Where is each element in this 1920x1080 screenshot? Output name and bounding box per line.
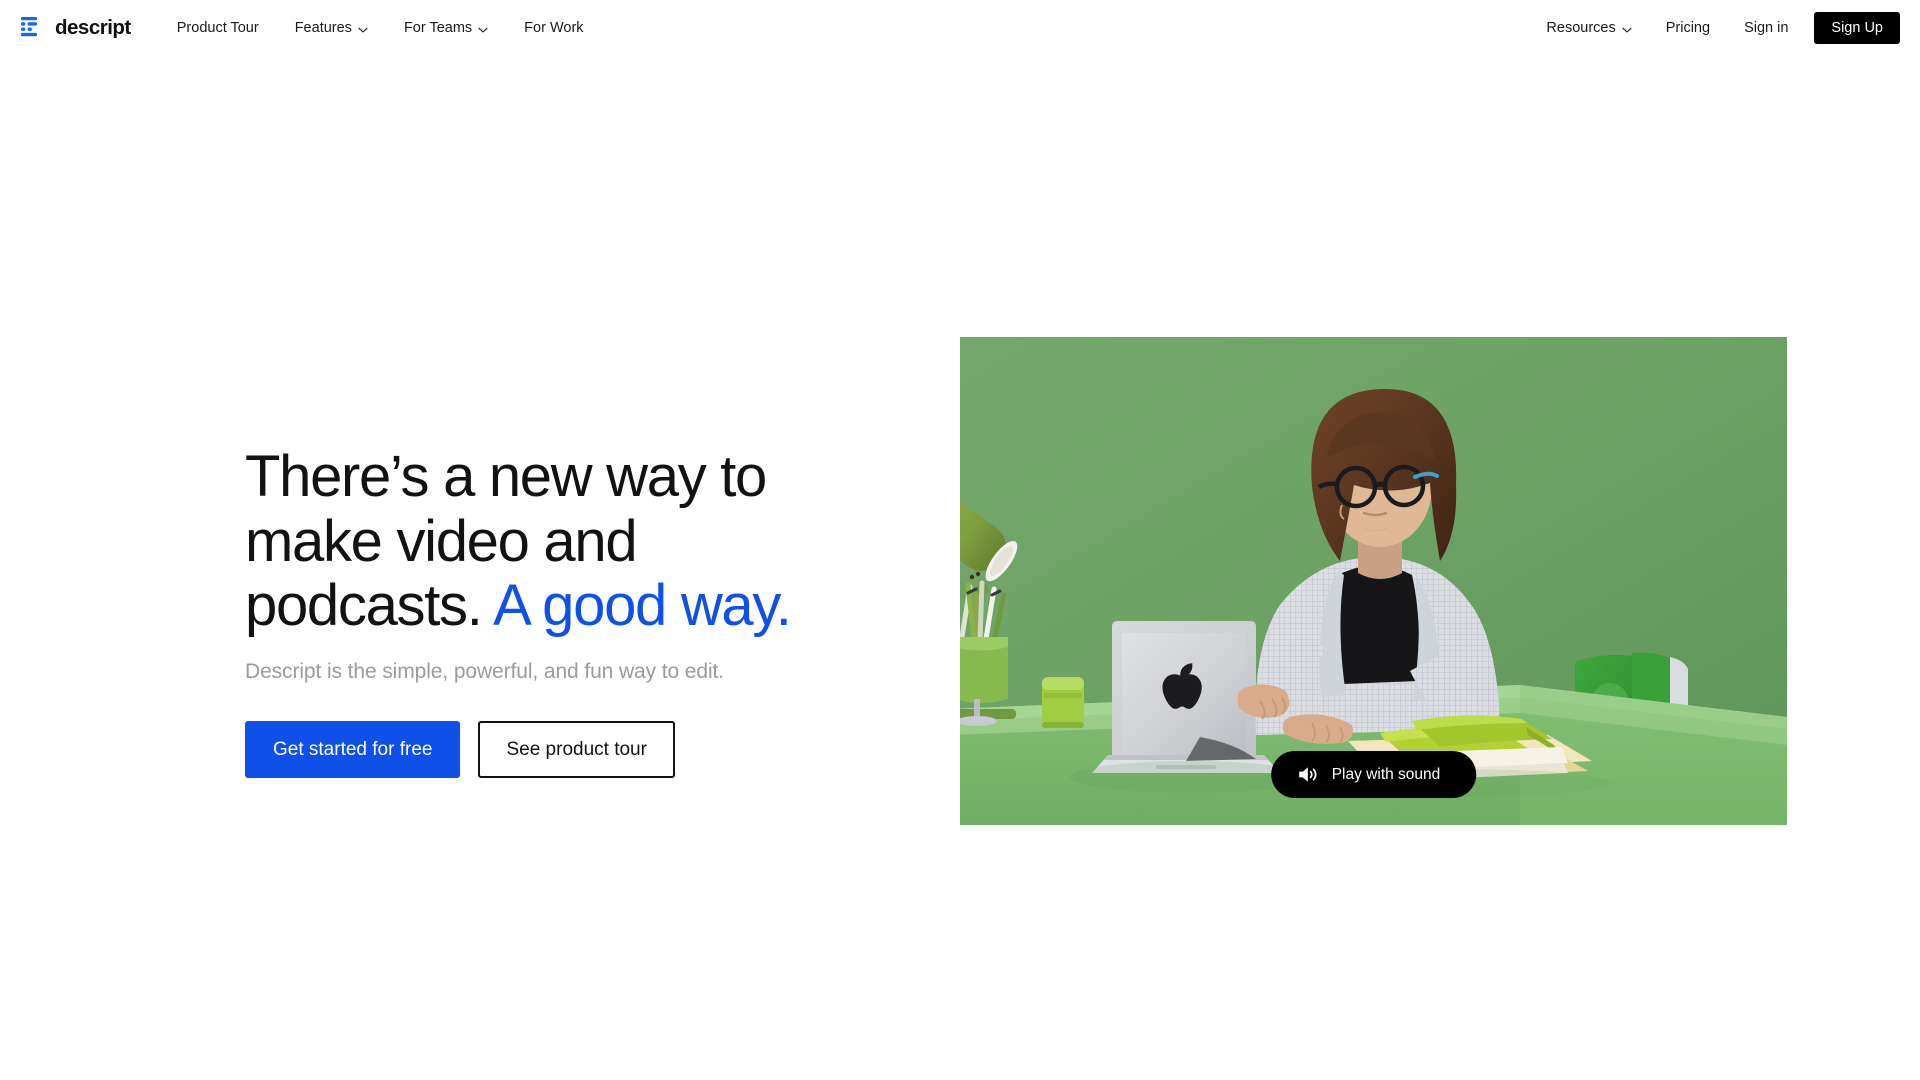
- hero-section: There’s a new way to make video and podc…: [0, 56, 1920, 825]
- nav-item-label: For Teams: [403, 19, 473, 36]
- hero-subheadline: Descript is the simple, powerful, and fu…: [245, 659, 724, 683]
- chevron-down-icon: [358, 24, 368, 34]
- nav-item-label: Product Tour: [176, 19, 259, 36]
- nav-item-product-tour[interactable]: Product Tour: [159, 15, 277, 42]
- nav-item-features[interactable]: Features: [277, 15, 386, 42]
- chevron-down-icon: [1622, 24, 1632, 34]
- see-product-tour-button[interactable]: See product tour: [478, 721, 675, 779]
- hero-video-player[interactable]: Play with sound: [960, 337, 1787, 825]
- nav-item-resources[interactable]: Resources: [1529, 15, 1648, 42]
- play-with-sound-button[interactable]: Play with sound: [1270, 751, 1477, 798]
- hero-copy-column: There’s a new way to make video and podc…: [245, 337, 845, 779]
- nav-item-label: For Work: [524, 19, 584, 36]
- hero-headline-accent: A good way.: [493, 573, 792, 639]
- chevron-down-icon: [478, 24, 488, 34]
- nav-item-for-work[interactable]: For Work: [506, 15, 601, 42]
- nav-right-group: Resources Pricing Sign in Sign Up: [1529, 11, 1900, 45]
- play-with-sound-label: Play with sound: [1331, 765, 1441, 783]
- brand-logo-link[interactable]: descript: [20, 16, 131, 40]
- nav-item-label: Resources: [1546, 19, 1616, 36]
- sign-up-button[interactable]: Sign Up: [1814, 11, 1900, 45]
- hero-cta-row: Get started for free See product tour: [245, 721, 845, 779]
- speaker-volume-icon: [1297, 765, 1318, 784]
- brand-wordmark: descript: [55, 15, 131, 39]
- nav-item-label: Pricing: [1665, 19, 1711, 36]
- primary-nav: Product Tour Features For Teams For Work: [159, 15, 602, 42]
- site-header: descript Product Tour Features For Teams: [0, 0, 1920, 56]
- descript-bars-logo-icon: [20, 16, 46, 40]
- nav-item-label: Features: [294, 19, 352, 36]
- hero-headline: There’s a new way to make video and podc…: [245, 444, 845, 639]
- nav-item-label: Sign in: [1744, 19, 1789, 36]
- get-started-for-free-button[interactable]: Get started for free: [245, 721, 461, 779]
- nav-item-pricing[interactable]: Pricing: [1649, 15, 1727, 42]
- nav-item-sign-in[interactable]: Sign in: [1727, 15, 1805, 42]
- nav-left-group: descript Product Tour Features For Teams: [20, 15, 602, 42]
- nav-item-for-teams[interactable]: For Teams: [386, 15, 506, 42]
